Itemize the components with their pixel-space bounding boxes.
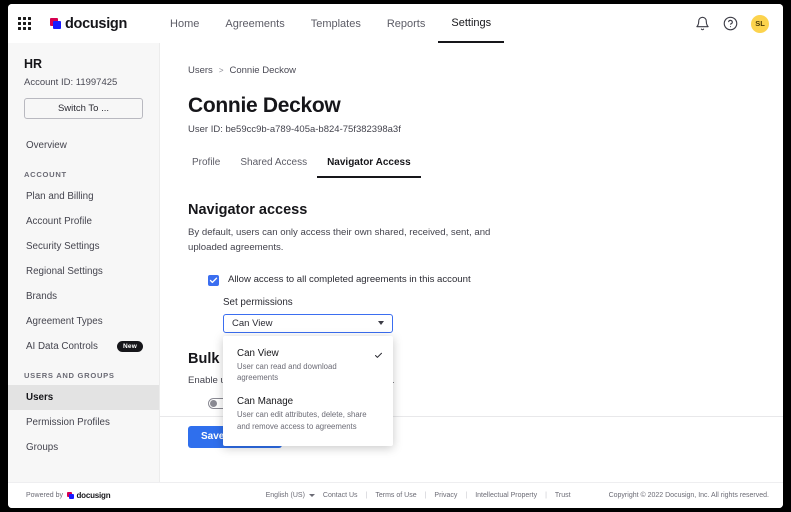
- allow-access-checkbox-label: Allow access to all completed agreements…: [228, 274, 471, 285]
- divider: |: [545, 492, 547, 499]
- tab-bar: Profile Shared Access Navigator Access: [188, 157, 783, 178]
- set-permissions-block: Set permissions Can View Can View User c…: [223, 297, 783, 333]
- sidebar-item-overview[interactable]: Overview: [8, 133, 159, 158]
- permissions-select[interactable]: Can View: [223, 314, 393, 333]
- chevron-down-icon: [309, 494, 315, 497]
- set-permissions-label: Set permissions: [223, 297, 783, 308]
- sidebar-item-security-settings[interactable]: Security Settings: [8, 234, 159, 259]
- sidebar-heading-users-and-groups: USERS AND GROUPS: [8, 359, 159, 385]
- nav-link-reports[interactable]: Reports: [374, 4, 439, 43]
- page-title: Connie Deckow: [188, 94, 783, 118]
- dropdown-option-title: Can View: [237, 348, 381, 359]
- docusign-mark-icon: [67, 492, 74, 499]
- dropdown-option-title: Can Manage: [237, 396, 381, 407]
- docusign-logo[interactable]: docusign: [50, 16, 127, 32]
- sidebar-item-ai-data-controls[interactable]: AI Data Controls New: [8, 334, 159, 359]
- sidebar-item-users[interactable]: Users: [8, 385, 159, 410]
- apps-grid-icon[interactable]: [18, 17, 32, 31]
- sidebar-heading-account: ACCOUNT: [8, 158, 159, 184]
- avatar[interactable]: SL: [751, 15, 769, 33]
- footer-copyright: Copyright © 2022 Docusign, Inc. All righ…: [609, 492, 769, 499]
- breadcrumb-link-users[interactable]: Users: [188, 65, 213, 76]
- footer: Powered by docusign English (US) Contact…: [8, 482, 783, 508]
- section-title-navigator-access: Navigator access: [188, 202, 783, 218]
- sidebar-item-regional-settings[interactable]: Regional Settings: [8, 259, 159, 284]
- top-navigation-bar: docusign Home Agreements Templates Repor…: [8, 4, 783, 43]
- allow-access-checkbox[interactable]: [208, 275, 219, 286]
- divider: |: [425, 492, 427, 499]
- footer-powered-by-label: Powered by: [26, 492, 63, 499]
- allow-access-checkbox-row[interactable]: Allow access to all completed agreements…: [208, 274, 783, 286]
- footer-branding: Powered by docusign: [26, 491, 110, 500]
- breadcrumb: Users > Connie Deckow: [188, 65, 783, 76]
- tab-profile[interactable]: Profile: [188, 157, 230, 178]
- body-wrapper: HR Account ID: 11997425 Switch To ... Ov…: [8, 43, 783, 482]
- account-id: Account ID: 11997425: [8, 77, 159, 88]
- dropdown-option-can-manage[interactable]: Can Manage User can edit attributes, del…: [223, 390, 393, 438]
- sidebar: HR Account ID: 11997425 Switch To ... Ov…: [8, 43, 160, 482]
- divider: |: [465, 492, 467, 499]
- sidebar-item-plan-and-billing[interactable]: Plan and Billing: [8, 184, 159, 209]
- brand-name: docusign: [65, 16, 127, 32]
- help-circle-icon[interactable]: [723, 16, 738, 31]
- sidebar-item-account-profile[interactable]: Account Profile: [8, 209, 159, 234]
- tab-navigator-access[interactable]: Navigator Access: [317, 157, 421, 178]
- sidebar-item-label: AI Data Controls: [26, 341, 98, 352]
- chevron-right-icon: >: [219, 66, 224, 75]
- language-selector[interactable]: English (US): [266, 492, 315, 499]
- divider: |: [366, 492, 368, 499]
- footer-link-terms-of-use[interactable]: Terms of Use: [375, 492, 416, 499]
- dropdown-option-can-view[interactable]: Can View User can read and download agre…: [223, 342, 393, 390]
- dropdown-option-description: User can read and download agreements: [237, 361, 367, 384]
- footer-link-contact-us[interactable]: Contact Us: [323, 492, 358, 499]
- dropdown-option-description: User can edit attributes, delete, share …: [237, 409, 367, 432]
- footer-docusign-logo[interactable]: docusign: [67, 491, 110, 500]
- user-id-text: User ID: be59cc9b-a789-405a-b824-75f3823…: [188, 124, 783, 135]
- language-selector-value: English (US): [266, 492, 305, 499]
- nav-link-settings[interactable]: Settings: [438, 4, 504, 43]
- account-name: HR: [8, 57, 159, 71]
- footer-link-privacy[interactable]: Privacy: [434, 492, 457, 499]
- sidebar-item-brands[interactable]: Brands: [8, 284, 159, 309]
- footer-brand-name: docusign: [76, 491, 110, 500]
- primary-nav-links: Home Agreements Templates Reports Settin…: [157, 4, 504, 43]
- sidebar-item-groups[interactable]: Groups: [8, 435, 159, 460]
- bulk-desc-left: Enable u: [188, 375, 226, 386]
- sidebar-item-permission-profiles[interactable]: Permission Profiles: [8, 410, 159, 435]
- nav-link-templates[interactable]: Templates: [298, 4, 374, 43]
- nav-link-agreements[interactable]: Agreements: [212, 4, 297, 43]
- sidebar-item-agreement-types[interactable]: Agreement Types: [8, 309, 159, 334]
- nav-link-home[interactable]: Home: [157, 4, 212, 43]
- nav-right-actions: SL: [695, 15, 769, 33]
- app-window: docusign Home Agreements Templates Repor…: [8, 4, 783, 508]
- permissions-select-value: Can View: [232, 318, 273, 329]
- bell-icon[interactable]: [695, 16, 710, 31]
- selected-check-icon: [374, 349, 383, 363]
- section-description: By default, users can only access their …: [188, 226, 493, 256]
- tab-shared-access[interactable]: Shared Access: [230, 157, 317, 178]
- status-badge-new: New: [117, 341, 143, 352]
- checkmark-icon: [209, 276, 218, 285]
- permissions-dropdown-menu: Can View User can read and download agre…: [223, 336, 393, 447]
- switch-account-button[interactable]: Switch To ...: [24, 98, 143, 119]
- chevron-down-icon: [378, 321, 384, 325]
- footer-links: English (US) Contact Us | Terms of Use |…: [266, 492, 769, 499]
- footer-link-intellectual-property[interactable]: Intellectual Property: [475, 492, 537, 499]
- footer-link-trust[interactable]: Trust: [555, 492, 571, 499]
- docusign-mark-icon: [50, 18, 61, 29]
- breadcrumb-current: Connie Deckow: [229, 65, 296, 76]
